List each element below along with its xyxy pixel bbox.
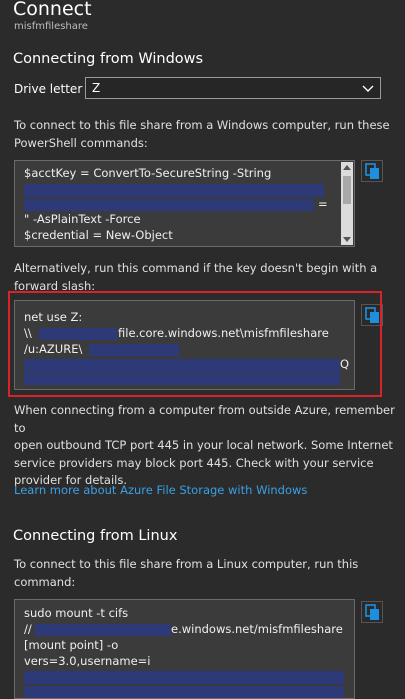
code-line: e.windows.net/misfmfileshare — [171, 622, 343, 636]
alt-line-1: Alternatively, run this command if the k… — [14, 261, 378, 275]
windows-intro-line-2: PowerShell commands: — [14, 135, 148, 150]
blade-subtitle: misfmfileshare — [14, 21, 88, 32]
copy-linux-button[interactable] — [361, 601, 383, 623]
code-line: [mount point] -o — [24, 638, 119, 652]
code-line: " -AsPlainText -Force — [24, 212, 141, 226]
code-box-scrollbar[interactable] — [341, 162, 353, 245]
redacted-key — [24, 199, 314, 211]
code-line: // — [24, 622, 32, 636]
copy-icon — [365, 163, 379, 179]
scrollbar-thumb[interactable] — [343, 176, 351, 204]
copy-icon — [365, 604, 379, 620]
note-line: When connecting from a computer from out… — [14, 403, 395, 435]
redacted-key — [24, 686, 344, 698]
note-line: service providers may block port 445. Ch… — [14, 455, 374, 470]
redacted-key — [24, 184, 324, 197]
code-line: sudo mount -t cifs — [24, 606, 129, 620]
linux-intro-line-2: command: — [14, 574, 76, 589]
windows-section-heading: Connecting from Windows — [13, 51, 204, 67]
scroll-down-arrow-icon[interactable] — [343, 237, 351, 242]
linux-section-heading: Connecting from Linux — [13, 528, 178, 544]
redacted-key — [24, 671, 344, 684]
outside-azure-note: When connecting from a computer from out… — [14, 402, 405, 490]
note-line: open outbound TCP port 445 in your local… — [14, 438, 393, 452]
linux-intro-line-1: To connect to this file share from a Lin… — [14, 557, 359, 571]
code-line: = — [318, 197, 328, 211]
redacted-account — [35, 624, 171, 636]
learn-more-link[interactable]: Learn more about Azure File Storage with… — [14, 483, 307, 497]
scroll-up-arrow-icon[interactable] — [343, 165, 351, 170]
chevron-down-icon — [362, 85, 374, 92]
drive-letter-label: Drive letter — [14, 82, 83, 96]
windows-intro-text: To connect to this file share from a Win… — [14, 117, 390, 152]
drive-letter-value: Z — [92, 81, 101, 95]
copy-powershell-button[interactable] — [361, 160, 383, 182]
powershell-command-box[interactable]: $acctKey = ConvertTo-SecureString -Strin… — [14, 160, 355, 247]
code-line: $acctKey = ConvertTo-SecureString -Strin… — [24, 166, 272, 180]
code-line: vers=3.0,username=i — [24, 654, 151, 668]
windows-intro-line-1: To connect to this file share from a Win… — [14, 118, 390, 132]
blade-title: Connect — [13, 0, 92, 20]
code-line: $credential = New-Object — [24, 228, 173, 242]
drive-letter-select[interactable]: Z — [85, 77, 381, 99]
linux-mount-command-box[interactable]: sudo mount -t cifs // e.windows.net/misf… — [14, 599, 355, 699]
linux-intro-text: To connect to this file share from a Lin… — [14, 556, 358, 591]
alternative-command-text: Alternatively, run this command if the k… — [14, 260, 377, 295]
highlight-box — [8, 291, 382, 397]
